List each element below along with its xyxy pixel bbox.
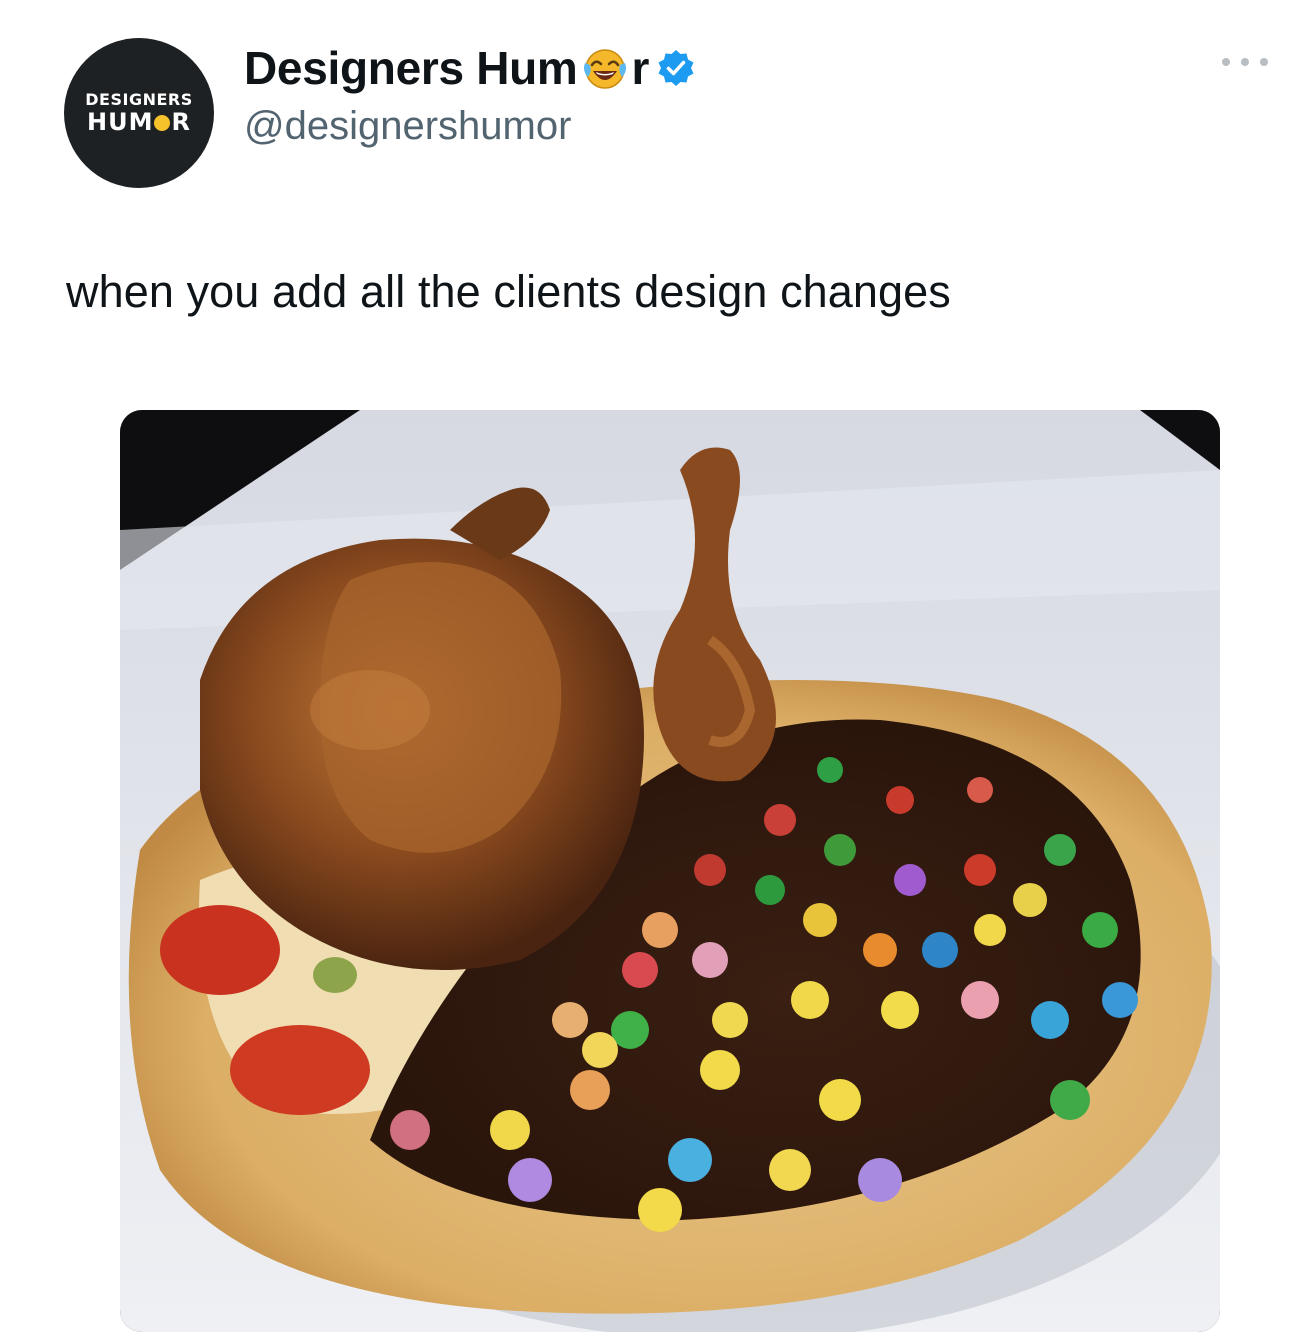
avatar-logo-line1: DESIGNERS	[85, 90, 193, 109]
dot	[1241, 58, 1249, 66]
laughing-face-icon	[583, 49, 626, 89]
verified-badge-icon	[658, 50, 694, 86]
dot	[1222, 58, 1230, 66]
author-name-part2[interactable]: r	[632, 41, 650, 95]
dot	[1260, 58, 1268, 66]
tweet-media-photo[interactable]	[120, 410, 1220, 1332]
tweet-text: when you add all the clients design chan…	[66, 266, 951, 317]
author-handle[interactable]: @designershumor	[244, 104, 571, 149]
avatar-logo-line2: HUM R	[87, 109, 191, 135]
more-options-icon[interactable]	[1222, 52, 1268, 72]
author-name-row: Designers Hum r	[244, 40, 695, 96]
author-name-part1[interactable]: Designers Hum	[244, 41, 578, 95]
avatar-logo-text-b: R	[171, 108, 191, 136]
avatar[interactable]: DESIGNERS HUM R	[64, 38, 214, 188]
avatar-logo-text-a: HUM	[87, 108, 154, 136]
food-photo	[120, 410, 1220, 1332]
tweet: DESIGNERS HUM R Designers Hum r @designer…	[0, 0, 1290, 1340]
laughing-face-icon	[154, 115, 171, 131]
